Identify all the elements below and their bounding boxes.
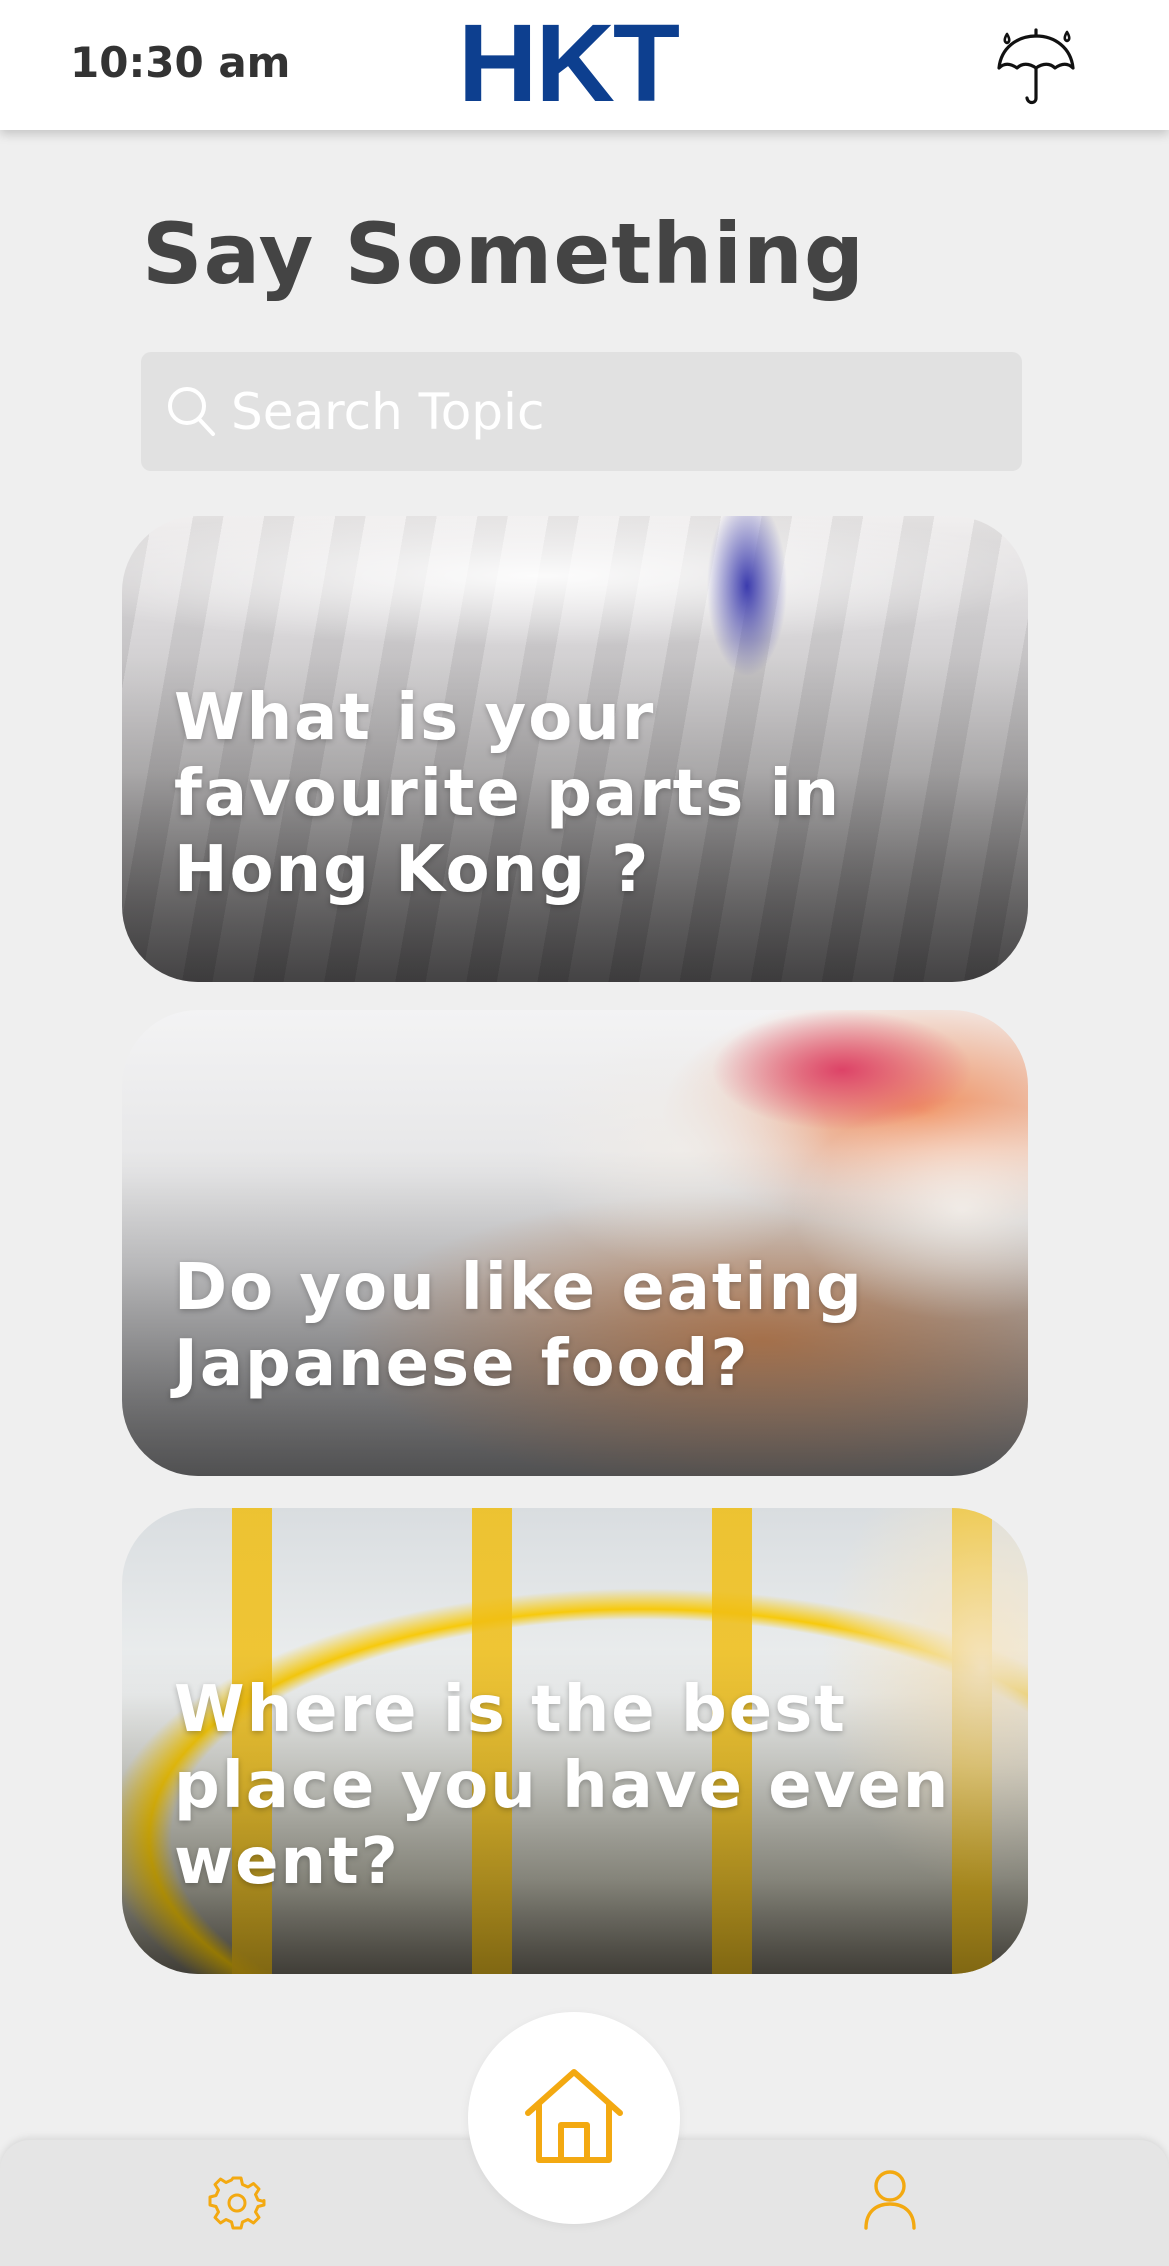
search-icon	[163, 384, 219, 440]
hkt-logo: HKT	[458, 2, 680, 125]
search-input[interactable]	[229, 376, 993, 448]
topic-card-title: Do you like eating Japanese food?	[174, 1251, 864, 1401]
topic-card-japanese-food[interactable]: Do you like eating Japanese food?	[122, 1010, 1028, 1476]
gear-icon	[208, 2172, 266, 2230]
topic-card-hong-kong[interactable]: What is your favourite parts in Hong Kon…	[122, 516, 1028, 982]
home-button[interactable]	[468, 2012, 680, 2224]
search-box[interactable]	[141, 352, 1022, 471]
profile-button[interactable]	[862, 2168, 918, 2230]
settings-button[interactable]	[208, 2172, 266, 2230]
page-title: Say Something	[142, 205, 865, 303]
user-icon	[862, 2168, 918, 2230]
topic-card-title: What is your favourite parts in Hong Kon…	[174, 681, 842, 907]
status-bar: 10:30 am HKT	[0, 0, 1169, 130]
topic-card-title: Where is the best place you have even we…	[174, 1673, 951, 1899]
status-time: 10:30 am	[70, 38, 291, 87]
topic-card-best-place[interactable]: Where is the best place you have even we…	[122, 1508, 1028, 1974]
umbrella-rain-icon[interactable]	[993, 24, 1079, 110]
